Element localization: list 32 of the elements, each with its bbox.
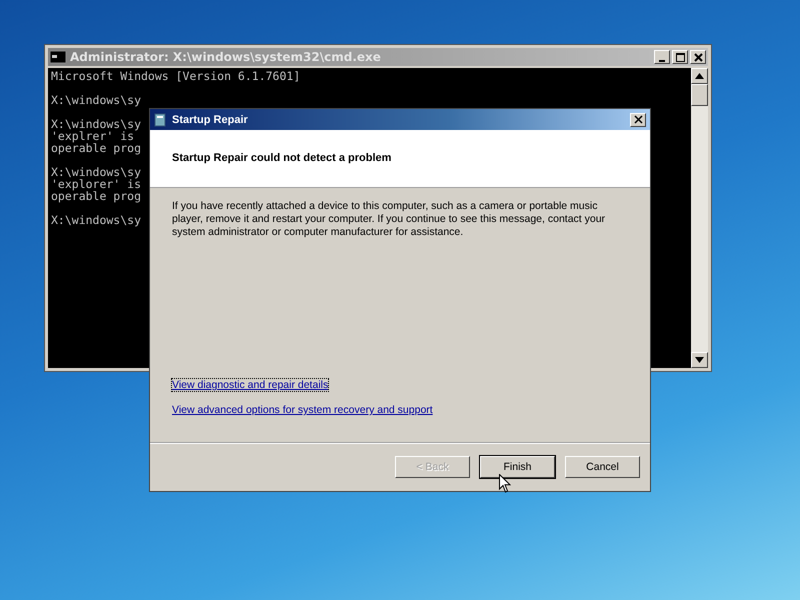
- console-line: 'explorer' is: [51, 178, 142, 190]
- link[interactable]: View advanced options for system recovery and support: [172, 404, 433, 416]
- close-icon: [634, 115, 642, 124]
- scrollbar[interactable]: [691, 68, 708, 368]
- repair-icon: [154, 112, 166, 126]
- up-arrow-icon: [695, 73, 704, 79]
- console-line: X:\windows\sy: [51, 118, 142, 130]
- maximize-button[interactable]: [672, 50, 688, 64]
- console-line: operable prog: [51, 142, 142, 154]
- console-line: Microsoft Windows [Version 6.1.7601]: [51, 70, 300, 82]
- minimize-icon: [659, 60, 665, 62]
- close-icon: [694, 52, 702, 62]
- window-title: Startup Repair: [172, 114, 249, 126]
- scroll-thumb[interactable]: [691, 84, 708, 106]
- down-arrow-icon: [695, 357, 704, 363]
- maximize-icon: [676, 52, 684, 62]
- dialog-heading: Startup Repair could not detect a problem: [172, 152, 392, 164]
- window-title: Administrator: X:\windows\system32\cmd.exe: [70, 50, 382, 64]
- close-button[interactable]: [630, 112, 646, 126]
- message-text: If you have recently attached a device to this computer, such as a camera or portable music player, remove it and restart your computer. If you continue to see this message, contact your system administrator or computer manufacturer for assistance.: [172, 200, 606, 239]
- console-line: X:\windows\sy: [51, 94, 142, 106]
- console-line: X:\windows\sy: [51, 166, 142, 178]
- dialog-button[interactable]: Finish: [480, 456, 555, 478]
- dialog-button[interactable]: Cancel: [565, 456, 640, 478]
- close-button[interactable]: [690, 50, 706, 64]
- minimize-button[interactable]: [654, 50, 670, 64]
- console-line: 'explrer' is: [51, 130, 134, 142]
- console-line: X:\windows\sy: [51, 214, 142, 226]
- console-line: operable prog: [51, 190, 142, 202]
- console-icon: [50, 51, 66, 63]
- link[interactable]: View diagnostic and repair details: [172, 379, 328, 391]
- mouse-pointer-icon: [499, 474, 511, 493]
